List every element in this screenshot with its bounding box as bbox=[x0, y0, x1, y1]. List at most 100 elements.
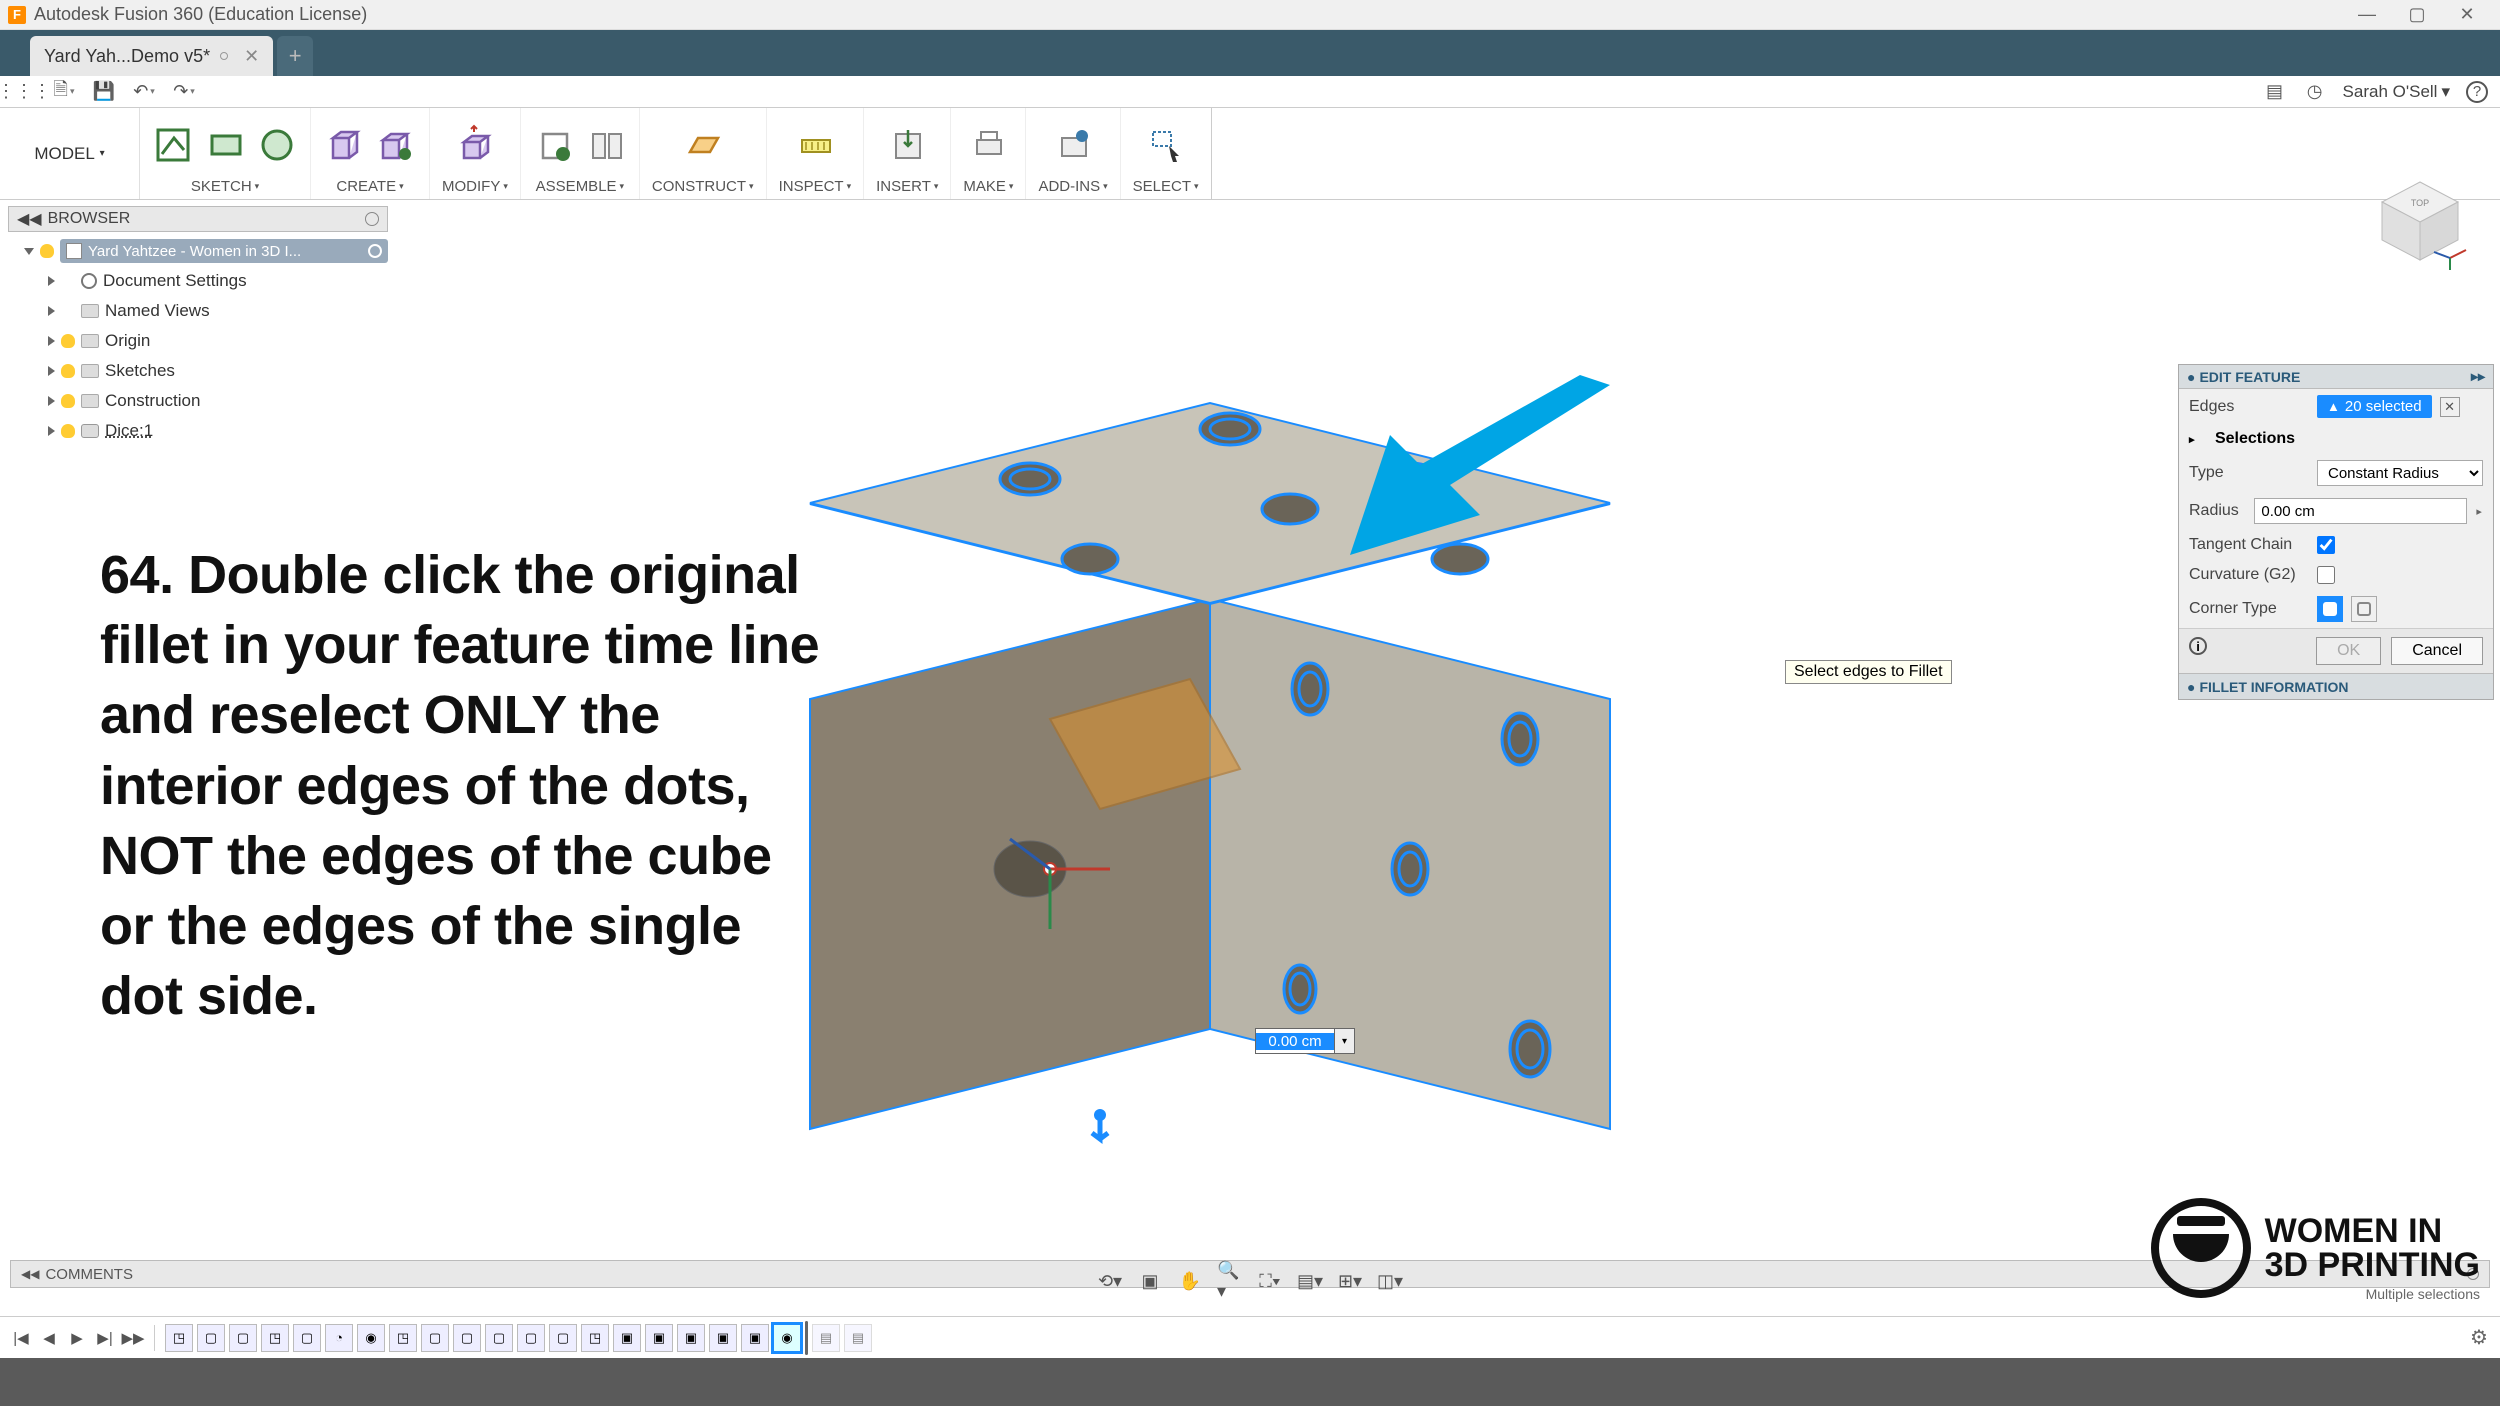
orbit-icon[interactable]: ⟲▾ bbox=[1097, 1268, 1123, 1294]
timeline-feature[interactable]: ▣ bbox=[709, 1324, 737, 1352]
expand-icon[interactable] bbox=[48, 396, 55, 406]
workspace-switcher[interactable]: MODEL ▾ bbox=[0, 108, 140, 199]
visibility-bulb-icon[interactable] bbox=[61, 334, 75, 348]
browser-settings-icon[interactable] bbox=[365, 212, 379, 226]
expand-icon[interactable] bbox=[48, 336, 55, 346]
print-icon[interactable] bbox=[967, 124, 1009, 166]
display-settings-icon[interactable]: ▤▾ bbox=[1297, 1268, 1323, 1294]
pan-icon[interactable]: ✋ bbox=[1177, 1268, 1203, 1294]
expand-icon[interactable] bbox=[24, 248, 34, 255]
redo-icon[interactable]: ↷▾ bbox=[172, 80, 196, 104]
tree-root-row[interactable]: Yard Yahtzee - Women in 3D I... bbox=[8, 236, 388, 266]
tab-close-icon[interactable]: ✕ bbox=[244, 46, 259, 67]
ribbon-label-modify[interactable]: MODIFY▾ bbox=[442, 176, 508, 199]
cancel-button[interactable]: Cancel bbox=[2391, 637, 2483, 665]
corner-setback-button[interactable] bbox=[2351, 596, 2377, 622]
timeline-feature[interactable]: ▣ bbox=[613, 1324, 641, 1352]
new-tab-button[interactable]: + bbox=[277, 36, 313, 76]
zoom-icon[interactable]: 🔍▾ bbox=[1217, 1268, 1243, 1294]
document-tab[interactable]: Yard Yah...Demo v5* ✕ bbox=[30, 36, 273, 76]
timeline-back-button[interactable]: ◀ bbox=[38, 1327, 60, 1349]
ribbon-label-construct[interactable]: CONSTRUCT▾ bbox=[652, 176, 754, 199]
view-cube[interactable]: TOP bbox=[2370, 170, 2470, 270]
plane-icon[interactable] bbox=[682, 124, 724, 166]
ribbon-label-assemble[interactable]: ASSEMBLE▾ bbox=[536, 176, 624, 199]
ribbon-label-select[interactable]: SELECT▾ bbox=[1133, 176, 1199, 199]
timeline-feature[interactable]: ◔ bbox=[325, 1324, 353, 1352]
timeline-forward-button[interactable]: ▶| bbox=[94, 1327, 116, 1349]
timeline-feature[interactable]: ◳ bbox=[165, 1324, 193, 1352]
tree-item[interactable]: Origin bbox=[8, 326, 388, 356]
user-menu[interactable]: Sarah O'Sell▾ bbox=[2343, 82, 2450, 102]
addins-icon[interactable] bbox=[1052, 124, 1094, 166]
job-status-icon[interactable]: ◷ bbox=[2303, 80, 2327, 104]
box-icon[interactable] bbox=[323, 124, 365, 166]
curvature-checkbox[interactable] bbox=[2317, 566, 2335, 584]
measure-icon[interactable] bbox=[794, 124, 836, 166]
timeline-feature[interactable]: ◳ bbox=[261, 1324, 289, 1352]
timeline-feature[interactable]: ▢ bbox=[229, 1324, 257, 1352]
close-window-button[interactable]: ✕ bbox=[2442, 0, 2492, 30]
type-select[interactable]: Constant Radius bbox=[2317, 460, 2483, 486]
dimension-value[interactable]: 0.00 cm bbox=[1256, 1033, 1334, 1050]
extrude-icon[interactable] bbox=[375, 124, 417, 166]
ribbon-label-inspect[interactable]: INSPECT▾ bbox=[779, 176, 852, 199]
extensions-icon[interactable]: ▤ bbox=[2263, 80, 2287, 104]
tree-item[interactable]: Document Settings bbox=[8, 266, 388, 296]
visibility-bulb-icon[interactable] bbox=[40, 244, 54, 258]
viewport-layout-icon[interactable]: ◫▾ bbox=[1377, 1268, 1403, 1294]
dimension-dropdown[interactable]: ▾ bbox=[1335, 1028, 1355, 1054]
fillet-info-header[interactable]: ●FILLET INFORMATION bbox=[2179, 673, 2493, 699]
sketch-circle-icon[interactable] bbox=[256, 124, 298, 166]
help-icon[interactable]: ? bbox=[2466, 81, 2488, 103]
dimension-input[interactable]: 0.00 cm ▾ bbox=[1255, 1028, 1355, 1054]
tree-item[interactable]: Sketches bbox=[8, 356, 388, 386]
expand-icon[interactable] bbox=[48, 366, 55, 376]
select-icon[interactable] bbox=[1145, 124, 1187, 166]
timeline-play-button[interactable]: ▶ bbox=[66, 1327, 88, 1349]
ribbon-label-create[interactable]: CREATE▾ bbox=[336, 176, 403, 199]
edges-selection-chip[interactable]: ▲20 selected bbox=[2317, 395, 2432, 418]
component-icon[interactable] bbox=[533, 124, 575, 166]
presspull-icon[interactable] bbox=[454, 124, 496, 166]
fit-icon[interactable]: ⛶▾ bbox=[1257, 1268, 1283, 1294]
browser-header[interactable]: ◀◀ BROWSER bbox=[8, 206, 388, 232]
tree-item[interactable]: Dice:1 bbox=[8, 416, 388, 446]
info-icon[interactable]: i bbox=[2189, 637, 2207, 655]
timeline-feature[interactable]: ▢ bbox=[517, 1324, 545, 1352]
timeline-feature[interactable]: ◉ bbox=[773, 1324, 801, 1352]
save-icon[interactable]: 💾 bbox=[92, 80, 116, 104]
look-at-icon[interactable]: ▣ bbox=[1137, 1268, 1163, 1294]
timeline-settings-icon[interactable]: ⚙ bbox=[2468, 1327, 2490, 1349]
visibility-bulb-icon[interactable] bbox=[61, 424, 75, 438]
corner-rolling-button[interactable] bbox=[2317, 596, 2343, 622]
timeline-feature[interactable]: ▤ bbox=[844, 1324, 872, 1352]
file-menu-icon[interactable]: 🗎▾ bbox=[52, 80, 76, 104]
grid-settings-icon[interactable]: ⊞▾ bbox=[1337, 1268, 1363, 1294]
timeline-feature[interactable]: ▣ bbox=[741, 1324, 769, 1352]
minimize-button[interactable]: — bbox=[2342, 0, 2392, 30]
ribbon-label-make[interactable]: MAKE▾ bbox=[963, 176, 1013, 199]
ribbon-label-sketch[interactable]: SKETCH▾ bbox=[191, 176, 259, 199]
timeline-feature[interactable]: ▤ bbox=[812, 1324, 840, 1352]
insert-icon[interactable] bbox=[886, 124, 928, 166]
sketch-line-icon[interactable] bbox=[152, 124, 194, 166]
timeline-end-button[interactable]: ▶▶ bbox=[122, 1327, 144, 1349]
edit-feature-header[interactable]: ●EDIT FEATURE ▸▸ bbox=[2179, 365, 2493, 389]
ribbon-label-addins[interactable]: ADD-INS▾ bbox=[1038, 176, 1107, 199]
ok-button[interactable]: OK bbox=[2316, 637, 2381, 665]
tangent-checkbox[interactable] bbox=[2317, 536, 2335, 554]
timeline-feature[interactable]: ▣ bbox=[677, 1324, 705, 1352]
expand-icon[interactable] bbox=[48, 306, 55, 316]
ribbon-label-insert[interactable]: INSERT▾ bbox=[876, 176, 938, 199]
timeline-feature[interactable]: ▢ bbox=[197, 1324, 225, 1352]
visibility-bulb-icon[interactable] bbox=[61, 394, 75, 408]
app-grid-icon[interactable]: ⋮⋮⋮ bbox=[12, 80, 36, 104]
expand-icon[interactable] bbox=[48, 426, 55, 436]
timeline-feature[interactable]: ▢ bbox=[453, 1324, 481, 1352]
timeline-feature[interactable]: ▢ bbox=[549, 1324, 577, 1352]
radius-input[interactable] bbox=[2254, 498, 2467, 524]
radio-icon[interactable] bbox=[368, 244, 382, 258]
sketch-rect-icon[interactable] bbox=[204, 124, 246, 166]
clear-selection-button[interactable]: ✕ bbox=[2440, 397, 2460, 417]
